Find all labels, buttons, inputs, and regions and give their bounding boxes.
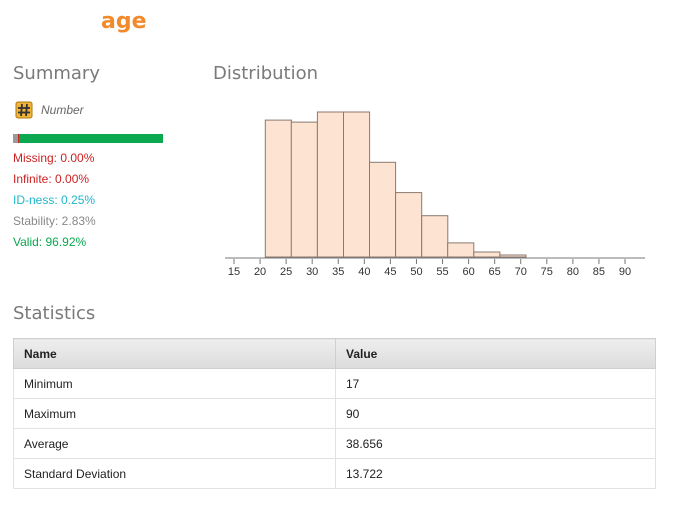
attribute-title: age bbox=[101, 9, 147, 34]
x-axis-tick-label: 90 bbox=[619, 266, 631, 278]
histogram-bar bbox=[316, 111, 345, 258]
x-axis-tick-label: 35 bbox=[332, 266, 344, 278]
summary-heading: Summary bbox=[13, 63, 100, 84]
x-axis-tick-label: 80 bbox=[567, 266, 579, 278]
table-row: Maximum 90 bbox=[13, 398, 656, 429]
histogram-bar bbox=[264, 119, 292, 258]
stat-name-cell: Maximum bbox=[13, 398, 336, 429]
number-hash-icon bbox=[15, 101, 33, 119]
x-axis-tick-label: 25 bbox=[280, 266, 292, 278]
attribute-type-label: Number bbox=[41, 103, 84, 117]
stat-name-cell: Standard Deviation bbox=[13, 458, 336, 489]
table-row: Minimum 17 bbox=[13, 368, 656, 399]
attribute-type: Number bbox=[15, 100, 84, 120]
data-quality-bar bbox=[13, 134, 163, 143]
x-axis-tick-label: 55 bbox=[436, 266, 448, 278]
x-axis-tick-label: 50 bbox=[410, 266, 422, 278]
x-axis-tick-label: 70 bbox=[515, 266, 527, 278]
histogram-bar bbox=[369, 161, 397, 258]
quality-bar-missing-segment bbox=[17, 134, 19, 143]
valid-stat: Valid: 96.92% bbox=[13, 235, 87, 249]
table-row: Average 38.656 bbox=[13, 428, 656, 459]
id-ness-stat: ID-ness: 0.25% bbox=[13, 193, 96, 207]
histogram-bar bbox=[421, 215, 449, 258]
statistics-table: Name Value Minimum 17 Maximum 90 Average… bbox=[13, 338, 656, 489]
infinite-stat: Infinite: 0.00% bbox=[13, 172, 90, 186]
x-axis-tick-label: 45 bbox=[384, 266, 396, 278]
stat-name-cell: Average bbox=[13, 428, 336, 459]
histogram-bar bbox=[473, 251, 501, 258]
column-header-name: Name bbox=[13, 338, 336, 369]
table-row: Standard Deviation 13.722 bbox=[13, 458, 656, 489]
histogram-bar bbox=[499, 254, 527, 258]
x-axis-tick-label: 20 bbox=[254, 266, 266, 278]
distribution-histogram: 15 20 25 30 35 40 45 50 55 60 65 70 75 80 85 90 bbox=[225, 111, 645, 278]
x-axis-tick-label: 75 bbox=[541, 266, 553, 278]
stat-name-cell: Minimum bbox=[13, 368, 336, 399]
column-header-value: Value bbox=[335, 338, 656, 369]
x-axis-tick-label: 15 bbox=[228, 266, 240, 278]
distribution-heading: Distribution bbox=[213, 63, 319, 84]
histogram-bar bbox=[343, 111, 371, 258]
stat-value-cell: 17 bbox=[335, 368, 656, 399]
statistics-heading: Statistics bbox=[13, 303, 96, 324]
histogram-bar bbox=[395, 192, 423, 258]
x-axis-tick-label: 85 bbox=[593, 266, 605, 278]
histogram-bar bbox=[290, 121, 318, 258]
missing-stat: Missing: 0.00% bbox=[13, 151, 95, 165]
stat-value-cell: 13.722 bbox=[335, 458, 656, 489]
stat-value-cell: 90 bbox=[335, 398, 656, 429]
stat-value-cell: 38.656 bbox=[335, 428, 656, 459]
x-axis-tick-label: 30 bbox=[306, 266, 318, 278]
histogram-bar bbox=[447, 242, 475, 258]
x-axis-tick-label: 65 bbox=[489, 266, 501, 278]
x-axis-tick-label: 40 bbox=[358, 266, 370, 278]
x-axis-tick-label: 60 bbox=[462, 266, 474, 278]
stability-stat: Stability: 2.83% bbox=[13, 214, 96, 228]
table-header-row: Name Value bbox=[13, 338, 656, 369]
